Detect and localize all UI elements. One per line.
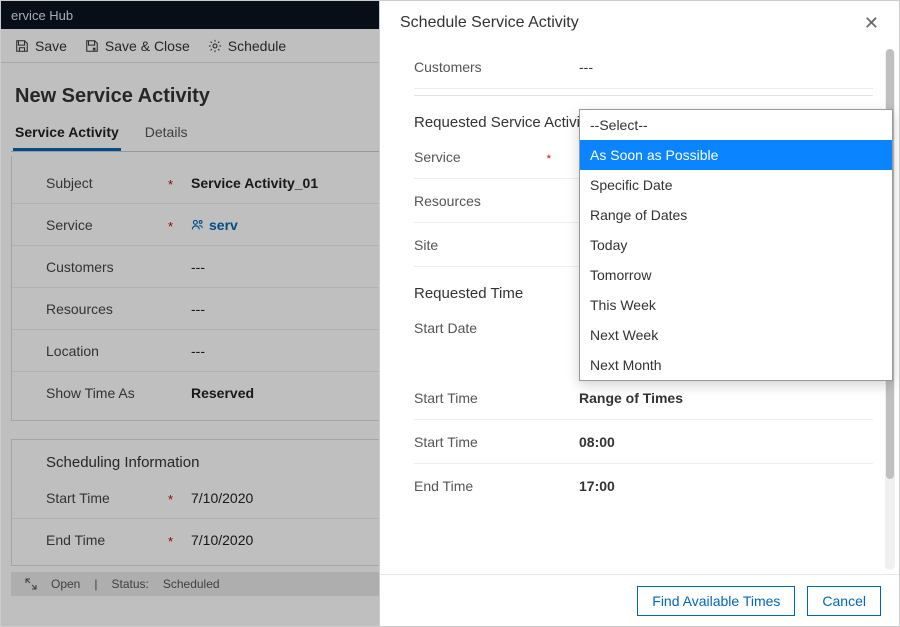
modal-start-time-type-label: Start Time xyxy=(414,390,579,406)
start-date-dropdown[interactable]: --Select-- As Soon as Possible Specific … xyxy=(579,109,893,381)
close-icon[interactable]: ✕ xyxy=(864,14,879,32)
status-divider: | xyxy=(94,577,97,591)
dropdown-option[interactable]: Range of Dates xyxy=(580,200,892,230)
status-value: Scheduled xyxy=(163,577,220,591)
save-close-label: Save & Close xyxy=(105,38,190,54)
modal-end-time-value: 17:00 xyxy=(579,478,615,494)
cancel-button[interactable]: Cancel xyxy=(807,586,881,616)
save-close-icon xyxy=(85,39,99,53)
gear-icon xyxy=(208,39,222,53)
save-button[interactable]: Save xyxy=(15,38,67,54)
resources-value: --- xyxy=(191,301,205,317)
subject-label: Subject xyxy=(46,175,93,191)
resources-label: Resources xyxy=(46,301,191,317)
end-time-label: End Time xyxy=(46,532,105,548)
modal-start-time-value: 08:00 xyxy=(579,434,615,450)
modal-field-start-time-type[interactable]: Start Time Range of Times xyxy=(414,376,873,420)
save-label: Save xyxy=(35,38,67,54)
save-icon xyxy=(15,39,29,53)
subject-value: Service Activity_01 xyxy=(191,175,318,191)
service-label: Service xyxy=(46,217,93,233)
customers-label: Customers xyxy=(46,259,191,275)
modal-field-end-time[interactable]: End Time 17:00 xyxy=(414,464,873,508)
customers-value: --- xyxy=(191,259,205,275)
modal-footer: Find Available Times Cancel xyxy=(380,574,899,626)
modal-customers-label: Customers xyxy=(414,59,579,75)
tab-details[interactable]: Details xyxy=(143,118,190,151)
modal-service-label: Service xyxy=(414,149,461,165)
dropdown-option[interactable]: Next Week xyxy=(580,320,892,350)
location-label: Location xyxy=(46,343,191,359)
show-time-as-label: Show Time As xyxy=(46,385,191,401)
modal-scroll-area: Customers --- Requested Service Activi S… xyxy=(380,45,899,574)
modal-resources-label: Resources xyxy=(414,193,579,209)
dropdown-option[interactable]: Next Month xyxy=(580,350,892,380)
required-marker: * xyxy=(547,153,551,165)
divider xyxy=(414,95,873,96)
schedule-button[interactable]: Schedule xyxy=(208,38,286,54)
find-available-times-button[interactable]: Find Available Times xyxy=(637,586,795,616)
dropdown-option[interactable]: This Week xyxy=(580,290,892,320)
required-marker: * xyxy=(168,534,173,549)
start-time-label: Start Time xyxy=(46,490,110,506)
tab-service-activity[interactable]: Service Activity xyxy=(13,118,121,151)
required-marker: * xyxy=(168,492,173,507)
modal-start-time-label: Start Time xyxy=(414,434,579,450)
show-time-as-value: Reserved xyxy=(191,385,254,401)
modal-field-customers[interactable]: Customers --- xyxy=(414,45,873,89)
required-marker: * xyxy=(168,219,173,234)
modal-customers-value: --- xyxy=(579,59,593,75)
modal-site-label: Site xyxy=(414,237,579,253)
required-marker: * xyxy=(168,177,173,192)
modal-header: Schedule Service Activity ✕ xyxy=(380,1,899,45)
end-time-value: 7/10/2020 xyxy=(191,532,253,548)
status-open: Open xyxy=(51,577,80,591)
save-close-button[interactable]: Save & Close xyxy=(85,38,190,54)
dropdown-option[interactable]: Today xyxy=(580,230,892,260)
expand-icon[interactable] xyxy=(25,578,37,590)
app-name: ervice Hub xyxy=(11,8,73,23)
dropdown-option[interactable]: As Soon as Possible xyxy=(580,140,892,170)
dropdown-placeholder[interactable]: --Select-- xyxy=(580,110,892,140)
dropdown-option[interactable]: Specific Date xyxy=(580,170,892,200)
start-time-value: 7/10/2020 xyxy=(191,490,253,506)
modal-field-start-time[interactable]: Start Time 08:00 xyxy=(414,420,873,464)
modal-title: Schedule Service Activity xyxy=(400,14,579,32)
modal-start-time-type-value: Range of Times xyxy=(579,390,683,406)
modal-start-date-label: Start Date xyxy=(414,320,579,336)
schedule-label: Schedule xyxy=(228,38,286,54)
modal-end-time-label: End Time xyxy=(414,478,579,494)
service-value[interactable]: serv xyxy=(191,217,238,233)
schedule-modal: Schedule Service Activity ✕ Customers --… xyxy=(379,1,899,626)
dropdown-option[interactable]: Tomorrow xyxy=(580,260,892,290)
location-value: --- xyxy=(191,343,205,359)
status-label: Status: xyxy=(111,577,148,591)
people-icon xyxy=(191,218,205,232)
